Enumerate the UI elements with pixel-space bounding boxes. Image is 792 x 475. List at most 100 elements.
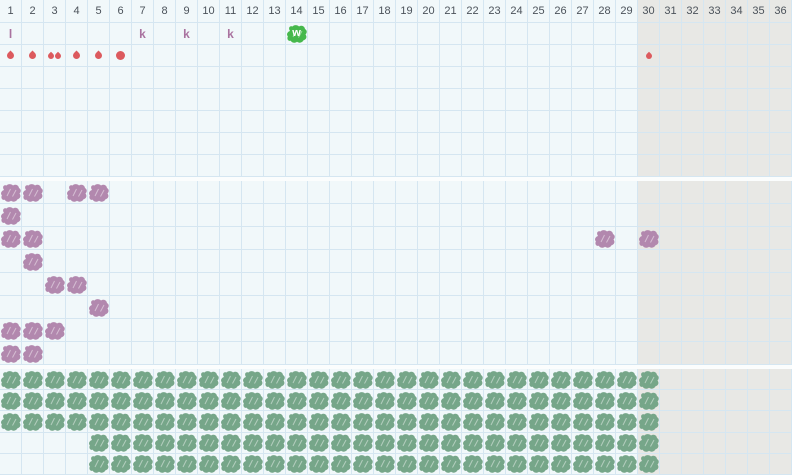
day-cell[interactable] [44,204,66,227]
day-cell[interactable] [748,342,770,365]
day-cell[interactable] [726,23,748,45]
day-cell[interactable] [506,155,528,177]
day-cell[interactable] [110,67,132,89]
day-cell[interactable] [528,411,550,432]
day-cell[interactable] [176,319,198,342]
day-cell[interactable] [132,296,154,319]
day-cell[interactable] [66,89,88,111]
day-cell[interactable] [352,342,374,365]
day-cell[interactable] [528,181,550,204]
day-cell[interactable] [484,133,506,155]
day-cell[interactable] [682,45,704,67]
day-cell[interactable] [396,369,418,390]
day-cell[interactable] [396,89,418,111]
day-cell[interactable] [308,369,330,390]
day-cell[interactable] [242,250,264,273]
day-cell[interactable] [352,273,374,296]
day-cell[interactable] [242,390,264,411]
day-cell[interactable] [264,23,286,45]
day-cell[interactable] [308,342,330,365]
day-cell[interactable] [462,390,484,411]
day-cell[interactable] [176,181,198,204]
day-cell[interactable] [110,319,132,342]
day-cell[interactable] [638,155,660,177]
day-cell[interactable] [88,433,110,454]
day-cell[interactable] [0,273,22,296]
day-cell[interactable] [220,390,242,411]
day-cell[interactable] [308,411,330,432]
day-cell[interactable] [726,319,748,342]
day-cell[interactable] [264,433,286,454]
day-cell[interactable] [22,133,44,155]
day-cell[interactable] [506,181,528,204]
day-cell[interactable] [264,342,286,365]
day-cell[interactable] [242,227,264,250]
day-cell[interactable] [528,133,550,155]
day-cell[interactable] [462,23,484,45]
day-cell[interactable] [110,227,132,250]
day-cell[interactable] [132,454,154,475]
day-cell[interactable] [264,204,286,227]
day-cell[interactable] [198,181,220,204]
day-cell[interactable] [594,390,616,411]
day-cell[interactable] [572,111,594,133]
day-cell[interactable] [374,250,396,273]
day-cell[interactable] [330,342,352,365]
day-cell[interactable] [154,45,176,67]
day-cell[interactable] [528,111,550,133]
day-cell[interactable] [660,296,682,319]
day-cell[interactable] [418,111,440,133]
day-cell[interactable] [528,273,550,296]
day-cell[interactable] [110,89,132,111]
day-cell[interactable] [748,250,770,273]
day-cell[interactable] [286,111,308,133]
day-cell[interactable] [132,250,154,273]
day-cell[interactable] [154,390,176,411]
day-cell[interactable] [418,411,440,432]
day-cell[interactable] [308,204,330,227]
day-cell[interactable] [506,89,528,111]
day-cell[interactable] [726,89,748,111]
day-cell[interactable] [638,390,660,411]
day-cell[interactable] [154,454,176,475]
day-cell[interactable] [506,433,528,454]
day-cell[interactable] [352,296,374,319]
day-cell[interactable] [484,155,506,177]
day-cell[interactable] [132,133,154,155]
day-cell[interactable] [88,67,110,89]
day-cell[interactable] [44,111,66,133]
day-cell[interactable] [330,227,352,250]
day-cell[interactable] [704,23,726,45]
day-cell[interactable] [308,67,330,89]
day-cell[interactable] [462,319,484,342]
day-cell[interactable] [748,390,770,411]
day-cell[interactable] [22,67,44,89]
day-cell[interactable] [484,433,506,454]
day-cell[interactable] [462,250,484,273]
day-cell[interactable]: w [286,23,308,45]
day-cell[interactable] [396,133,418,155]
day-cell[interactable] [88,454,110,475]
day-cell[interactable] [528,45,550,67]
day-cell[interactable] [660,411,682,432]
day-cell[interactable] [704,111,726,133]
day-cell[interactable] [682,89,704,111]
day-cell[interactable] [638,89,660,111]
day-cell[interactable] [396,454,418,475]
day-cell[interactable] [44,369,66,390]
day-cell[interactable] [484,45,506,67]
day-cell[interactable] [418,45,440,67]
day-cell[interactable] [176,67,198,89]
day-cell[interactable] [220,296,242,319]
day-cell[interactable] [22,181,44,204]
day-cell[interactable] [462,133,484,155]
day-cell[interactable] [726,411,748,432]
day-cell[interactable] [330,454,352,475]
day-cell[interactable] [572,319,594,342]
day-cell[interactable] [0,390,22,411]
day-cell[interactable] [638,296,660,319]
day-cell[interactable] [110,454,132,475]
day-cell[interactable] [418,390,440,411]
day-cell[interactable] [594,204,616,227]
day-cell[interactable] [176,155,198,177]
